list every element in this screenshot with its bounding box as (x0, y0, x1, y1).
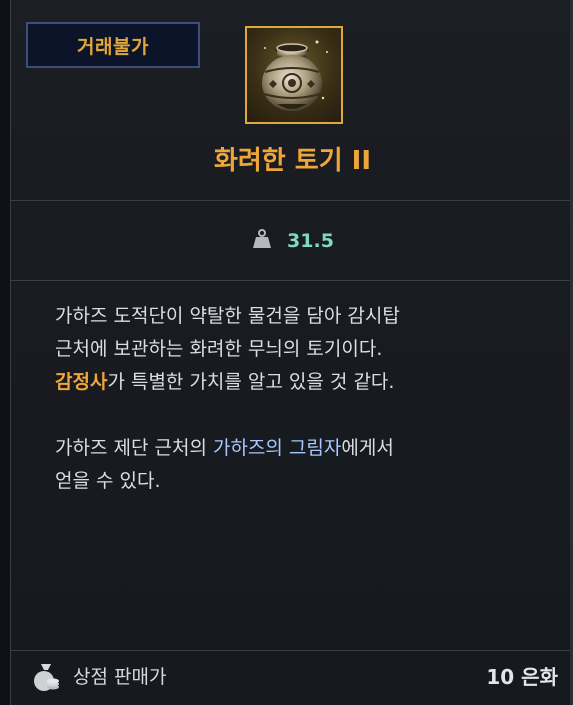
trade-status-badge: 거래불가 (26, 22, 200, 68)
description-line: 가하즈 제단 근처의 가하즈의 그림자에게서 (55, 432, 555, 465)
item-tooltip: 거래불가 화려한 토기 II 31.5 가하즈 도적단이 약탈한 물건을 담아 … (10, 0, 573, 705)
shop-price-label: 상점 판매가 (73, 666, 167, 688)
description-text: 가 특별한 가치를 알고 있을 것 같다. (107, 371, 395, 393)
shop-price-row: 상점 판매가 10 은화 (11, 650, 573, 705)
location-highlight: 가하즈의 그림자 (212, 437, 342, 459)
divider (11, 200, 573, 201)
item-name: 화려한 토기 II (213, 146, 372, 176)
shop-price-value: 10 은화 (486, 665, 558, 689)
description-text: 에게서 (341, 437, 394, 459)
trade-status-label: 거래불가 (77, 35, 149, 58)
weight-value: 31.5 (287, 230, 334, 252)
moneybag-icon (31, 660, 61, 694)
item-description: 가하즈 도적단이 약탈한 물건을 담아 감시탑 근처에 보관하는 화려한 무늬의… (55, 300, 555, 498)
description-line: 근처에 보관하는 화려한 무늬의 토기이다. (55, 338, 383, 360)
weight-row: 31.5 (11, 228, 573, 254)
description-line: 얻을 수 있다. (55, 470, 161, 492)
weight-icon (251, 228, 273, 254)
description-line: 감정사가 특별한 가치를 알고 있을 것 같다. (55, 366, 555, 399)
description-line: 가하즈 도적단이 약탈한 물건을 담아 감시탑 (55, 305, 400, 327)
pottery-jar-icon (245, 26, 343, 124)
description-text: 가하즈 제단 근처의 (55, 437, 213, 459)
npc-highlight: 감정사 (55, 371, 108, 393)
divider (11, 280, 573, 281)
